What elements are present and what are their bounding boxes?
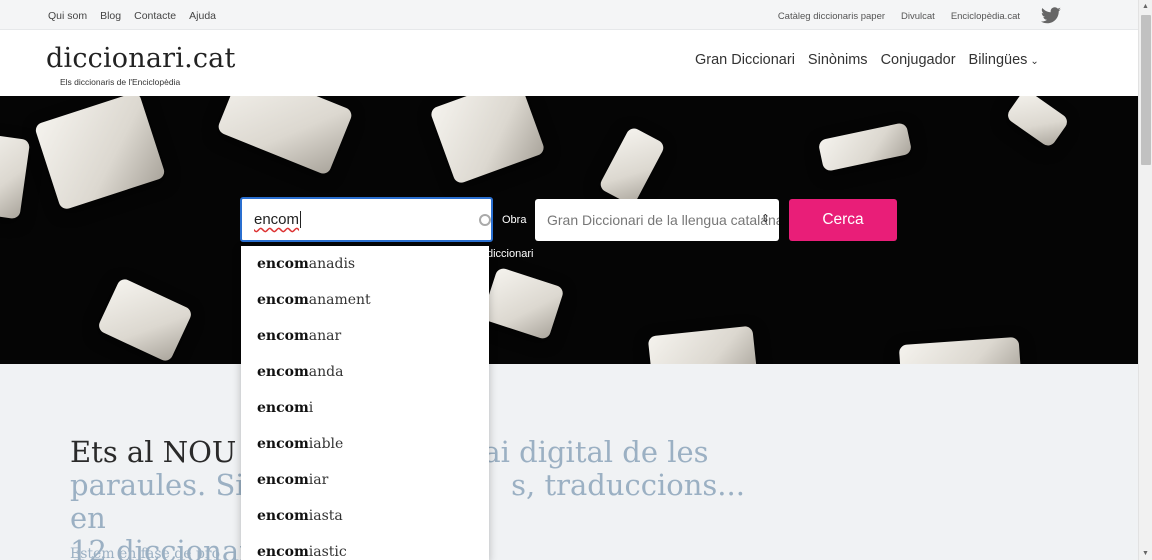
search-input[interactable]: encom <box>240 197 493 242</box>
suggestion-rest: anament <box>308 292 371 308</box>
suggestion-prefix: encom <box>257 472 309 488</box>
link-cataleg[interactable]: Catàleg diccionaris paper <box>778 11 885 22</box>
link-ajuda[interactable]: Ajuda <box>189 10 216 22</box>
suggestion-prefix: encom <box>257 256 309 272</box>
suggestion-rest: anadis <box>308 256 356 272</box>
letter-tile <box>216 96 354 176</box>
letter-tile <box>647 325 758 364</box>
suggestion-item[interactable]: encom i <box>241 390 489 426</box>
letter-tile <box>597 125 667 207</box>
suggestion-prefix: encom <box>257 508 309 524</box>
hero-text-fragment: diccionari <box>487 248 534 260</box>
intro-subtext: Estem en fase de pro <box>70 546 221 560</box>
page-scrollbar[interactable]: ▲ ▼ <box>1138 0 1152 560</box>
suggestion-rest: iable <box>308 436 344 452</box>
link-blog[interactable]: Blog <box>100 10 121 22</box>
suggestion-prefix: encom <box>257 292 309 308</box>
scroll-down-icon[interactable]: ▼ <box>1142 550 1149 557</box>
select-arrows-icon: ⇕ <box>760 213 770 225</box>
letter-tile <box>96 276 194 364</box>
link-qui-som[interactable]: Qui som <box>48 10 87 22</box>
link-enciclopedia[interactable]: Enciclopèdia.cat <box>951 11 1020 22</box>
suggestion-rest: iar <box>308 472 329 488</box>
suggestion-rest: i <box>308 400 314 416</box>
suggestion-prefix: encom <box>257 544 309 560</box>
letter-tile <box>0 132 31 220</box>
twitter-icon[interactable] <box>1040 7 1062 25</box>
chevron-down-icon: ⌄ <box>1030 56 1039 67</box>
suggestion-prefix: encom <box>257 328 309 344</box>
obra-label: Obra <box>502 214 527 226</box>
suggestion-prefix: encom <box>257 364 309 380</box>
link-divulcat[interactable]: Divulcat <box>901 11 935 22</box>
nav-sinonims[interactable]: Sinònims <box>808 52 868 68</box>
dictionary-select-value: Gran Diccionari de la llengua catalana <box>547 212 779 228</box>
suggestion-rest: anda <box>308 364 344 380</box>
clear-search-icon[interactable] <box>479 214 491 226</box>
main-nav: Gran Diccionari Sinònims Conjugador Bili… <box>695 52 1039 68</box>
letter-tile <box>898 336 1022 364</box>
nav-bilingues-label: Bilingües <box>968 52 1028 68</box>
letter-tile <box>481 266 565 341</box>
suggestion-rest: iasta <box>308 508 343 524</box>
search-button[interactable]: Cerca <box>789 199 897 241</box>
suggestion-item[interactable]: encom anament <box>241 282 489 318</box>
text-caret <box>300 211 302 228</box>
suggestion-item[interactable]: encom anda <box>241 354 489 390</box>
nav-bilingues[interactable]: Bilingües ⌄ <box>969 52 1039 68</box>
suggestion-item[interactable]: encom iastic <box>241 534 489 560</box>
intro-line1-dark: Ets al NOU l <box>70 435 255 469</box>
letter-tile <box>817 121 913 173</box>
site-header: diccionari.cat Els diccionaris de l'Enci… <box>0 30 1138 96</box>
letter-tile <box>1004 96 1071 149</box>
nav-conjugador[interactable]: Conjugador <box>881 52 956 68</box>
nav-gran-diccionari[interactable]: Gran Diccionari <box>695 52 795 68</box>
dictionary-select[interactable]: Gran Diccionari de la llengua catalana ⇕ <box>535 199 779 241</box>
scrollbar-thumb[interactable] <box>1141 15 1151 165</box>
suggestion-prefix: encom <box>257 400 309 416</box>
suggestion-item[interactable]: encom iable <box>241 426 489 462</box>
top-bar: Qui som Blog Contacte Ajuda Catàleg dicc… <box>0 0 1138 30</box>
intro-line1-light: pai digital de les <box>464 435 709 469</box>
link-contacte[interactable]: Contacte <box>134 10 176 22</box>
search-input-value: encom <box>254 211 300 228</box>
scroll-up-icon[interactable]: ▲ <box>1142 3 1149 10</box>
suggestion-prefix: encom <box>257 436 309 452</box>
intro-line2: paraules. Sig <box>70 468 264 502</box>
suggestion-rest: iastic <box>308 544 347 560</box>
page: Qui som Blog Contacte Ajuda Catàleg dicc… <box>0 0 1138 560</box>
top-links-right: Catàleg diccionaris paper Divulcat Encic… <box>778 11 1020 22</box>
site-logo[interactable]: diccionari.cat <box>46 43 236 74</box>
letter-tile <box>33 96 167 211</box>
suggestion-rest: anar <box>308 328 342 344</box>
suggestion-item[interactable]: encom anar <box>241 318 489 354</box>
top-links-left: Qui som Blog Contacte Ajuda <box>48 10 216 22</box>
suggestion-item[interactable]: encom iar <box>241 462 489 498</box>
logo-subtitle: Els diccionaris de l'Enciclopèdia <box>60 77 181 87</box>
autocomplete-dropdown: encom anadis encom anament encom anar encom… <box>241 246 489 560</box>
suggestion-item[interactable]: encom anadis <box>241 246 489 282</box>
letter-tile <box>429 96 546 185</box>
suggestion-item[interactable]: encom iasta <box>241 498 489 534</box>
